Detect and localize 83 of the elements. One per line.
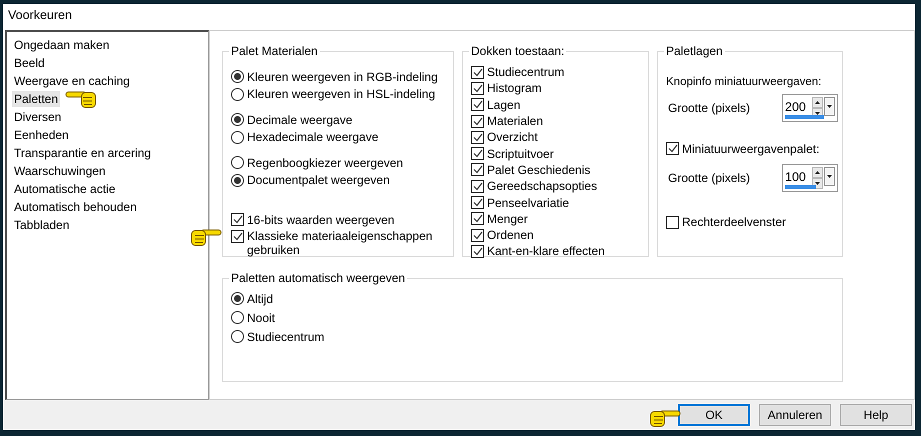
sidebar-item[interactable]: Diversen — [12, 109, 64, 125]
radio-button[interactable] — [231, 311, 244, 324]
group-title: Paletlagen — [665, 44, 724, 58]
caret-icon[interactable] — [827, 174, 832, 178]
pointing-hand-icon — [650, 410, 680, 427]
checkbox[interactable] — [471, 130, 484, 144]
option-label: Histogram — [487, 81, 542, 96]
option-label: Ordenen — [487, 228, 534, 242]
option-label: Lagen — [487, 98, 520, 112]
option-label: Klassieke materiaaleigenschappen gebruiken — [247, 228, 434, 256]
dialog-button[interactable]: OK — [678, 404, 750, 426]
dialog-button[interactable]: Annuleren — [759, 404, 831, 426]
radio-button[interactable] — [231, 70, 244, 84]
section-label: Knopinfo miniatuurweergaven: — [666, 76, 822, 88]
checkbox[interactable] — [471, 147, 484, 160]
size-spin-field[interactable]: 100 — [782, 164, 838, 192]
sidebar-item[interactable]: Paletten — [12, 91, 60, 107]
size-spin-field[interactable]: 200 — [782, 94, 838, 122]
sidebar-item[interactable]: Tabbladen — [12, 217, 72, 233]
checkbox[interactable] — [471, 98, 484, 112]
radio-button[interactable] — [231, 113, 244, 126]
pointing-hand-icon — [66, 92, 96, 108]
group-title: Dokken toestaan: — [470, 44, 566, 58]
size-label: Grootte (pixels) — [668, 101, 750, 115]
checkbox[interactable] — [471, 82, 484, 95]
radio-button[interactable] — [231, 130, 244, 144]
checkbox[interactable] — [471, 196, 484, 210]
radio-button[interactable] — [231, 88, 244, 101]
down-arrow-icon[interactable] — [815, 112, 820, 115]
option-label: Studiecentrum — [247, 330, 324, 344]
option-label: 16-bits waarden weergeven — [247, 212, 394, 227]
option-label: Decimale weergave — [247, 112, 352, 127]
group-title: Palet Materialen — [230, 44, 319, 58]
option-label: Palet Geschiedenis — [487, 162, 590, 177]
checkbox[interactable] — [666, 216, 679, 229]
sidebar-item[interactable]: Weergave en caching — [12, 73, 132, 89]
option-label: Kleuren weergeven in RGB-indeling — [247, 70, 438, 84]
option-label: Regenboogkiezer weergeven — [247, 156, 404, 170]
down-arrow-icon[interactable] — [815, 182, 820, 184]
checkbox[interactable] — [471, 244, 484, 258]
size-label: Grootte (pixels) — [668, 170, 750, 184]
radio-button[interactable] — [231, 156, 244, 170]
radio-button[interactable] — [231, 330, 244, 343]
option-label: Penseelvariatie — [487, 196, 570, 210]
checkbox[interactable] — [666, 142, 679, 156]
sidebar-item[interactable]: Waarschuwingen — [12, 163, 108, 179]
sidebar-item[interactable]: Automatisch behouden — [12, 199, 139, 215]
option-label: Rechterdeelvenster — [682, 215, 786, 230]
checkbox[interactable] — [471, 228, 484, 242]
option-label: Kleuren weergeven in HSL-indeling — [247, 87, 436, 102]
option-label: Scriptuitvoer — [487, 146, 554, 161]
option-label: Overzicht — [487, 130, 538, 144]
option-label: Miniatuurweergavenpalet: — [682, 142, 820, 156]
checkbox[interactable] — [231, 230, 244, 242]
option-label: Kant-en-klare effecten — [487, 244, 605, 258]
group-title: Paletten automatisch weergeven — [230, 271, 406, 285]
sidebar-item[interactable]: Beeld — [12, 55, 47, 71]
option-label: Documentpalet weergeven — [247, 173, 390, 188]
pointing-hand-icon — [191, 229, 222, 246]
option-label: Nooit — [247, 310, 276, 324]
sidebar-item[interactable]: Ongedaan maken — [12, 37, 112, 53]
caret-icon[interactable] — [827, 105, 832, 108]
option-label: Hexadecimale weergave — [247, 130, 378, 144]
sidebar-item[interactable]: Automatische actie — [12, 181, 118, 197]
sidebar-item[interactable]: Transparantie en arcering — [12, 145, 153, 161]
dialog-button[interactable]: Help — [840, 404, 912, 426]
option-label: Altijd — [247, 292, 274, 306]
checkbox[interactable] — [471, 66, 484, 79]
radio-button[interactable] — [231, 292, 244, 305]
checkbox[interactable] — [471, 163, 484, 176]
option-label: Gereedschapsopties — [487, 179, 598, 194]
checkbox[interactable] — [471, 212, 484, 226]
option-label: Materialen — [487, 114, 544, 128]
up-arrow-icon[interactable] — [815, 101, 820, 104]
checkbox[interactable] — [471, 180, 484, 193]
checkbox[interactable] — [231, 213, 244, 226]
option-label: Menger — [487, 212, 528, 226]
window-title: Voorkeuren — [7, 7, 73, 24]
option-label: Studiecentrum — [487, 65, 564, 80]
sidebar-item[interactable]: Eenheden — [12, 127, 71, 143]
up-arrow-icon[interactable] — [815, 170, 820, 174]
checkbox[interactable] — [471, 114, 484, 128]
radio-button[interactable] — [231, 174, 244, 187]
